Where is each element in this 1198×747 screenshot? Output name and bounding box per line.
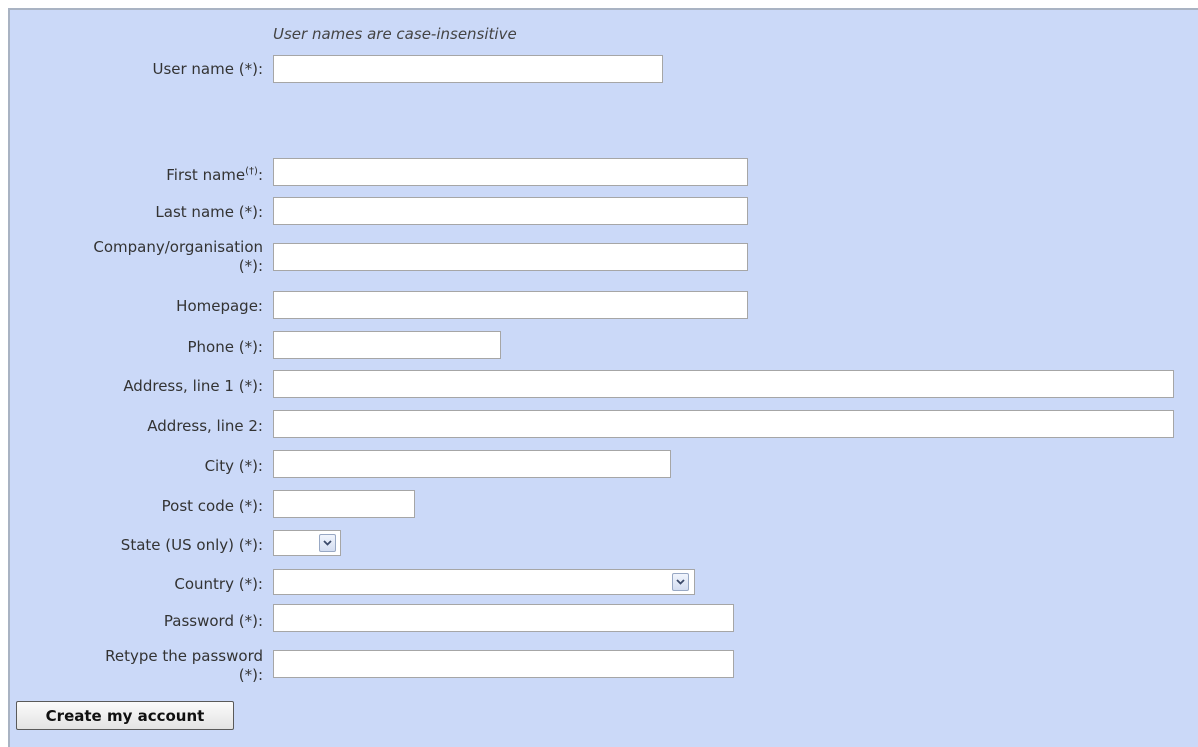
chevron-down-icon[interactable]	[672, 573, 689, 591]
first-name-label: First name(†):	[166, 165, 263, 185]
postcode-input[interactable]	[273, 490, 415, 518]
create-account-button[interactable]: Create my account	[16, 701, 234, 730]
state-label: State (US only) (*):	[120, 536, 263, 554]
retype-password-label: Retype the password (*):	[105, 647, 263, 685]
username-label: User name (*):	[152, 60, 263, 78]
password-input[interactable]	[273, 604, 734, 632]
phone-input[interactable]	[273, 331, 501, 359]
address-line2-input[interactable]	[273, 410, 1174, 438]
country-label: Country (*):	[174, 575, 263, 593]
retype-password-input[interactable]	[273, 650, 734, 678]
homepage-input[interactable]	[273, 291, 748, 319]
address-line2-label: Address, line 2:	[147, 417, 263, 435]
company-label: Company/organisation (*):	[93, 238, 263, 276]
password-label: Password (*):	[163, 612, 263, 630]
username-hint: User names are case-insensitive	[273, 25, 517, 43]
company-label-line2: (*):	[238, 257, 263, 275]
state-select[interactable]	[273, 530, 341, 556]
address-line1-label: Address, line 1 (*):	[123, 377, 263, 395]
last-name-input[interactable]	[273, 197, 748, 225]
username-input[interactable]	[273, 55, 663, 83]
city-label: City (*):	[204, 457, 263, 475]
company-label-line1: Company/organisation	[93, 238, 263, 256]
retype-password-label-line1: Retype the password	[105, 647, 263, 665]
homepage-label: Homepage:	[176, 297, 263, 315]
postcode-label: Post code (*):	[161, 497, 263, 515]
city-input[interactable]	[273, 450, 671, 478]
company-input[interactable]	[273, 243, 748, 271]
chevron-down-icon[interactable]	[319, 534, 336, 552]
country-select[interactable]	[273, 569, 695, 595]
first-name-label-colon: :	[257, 166, 263, 184]
first-name-label-text: First name	[166, 166, 246, 184]
address-line1-input[interactable]	[273, 370, 1174, 398]
last-name-label: Last name (*):	[155, 203, 263, 221]
page: User names are case-insensitive User nam…	[0, 0, 1198, 747]
retype-password-label-line2: (*):	[238, 666, 263, 684]
first-name-input[interactable]	[273, 158, 748, 186]
first-name-label-marker: (†)	[245, 166, 258, 177]
phone-label: Phone (*):	[187, 338, 264, 356]
